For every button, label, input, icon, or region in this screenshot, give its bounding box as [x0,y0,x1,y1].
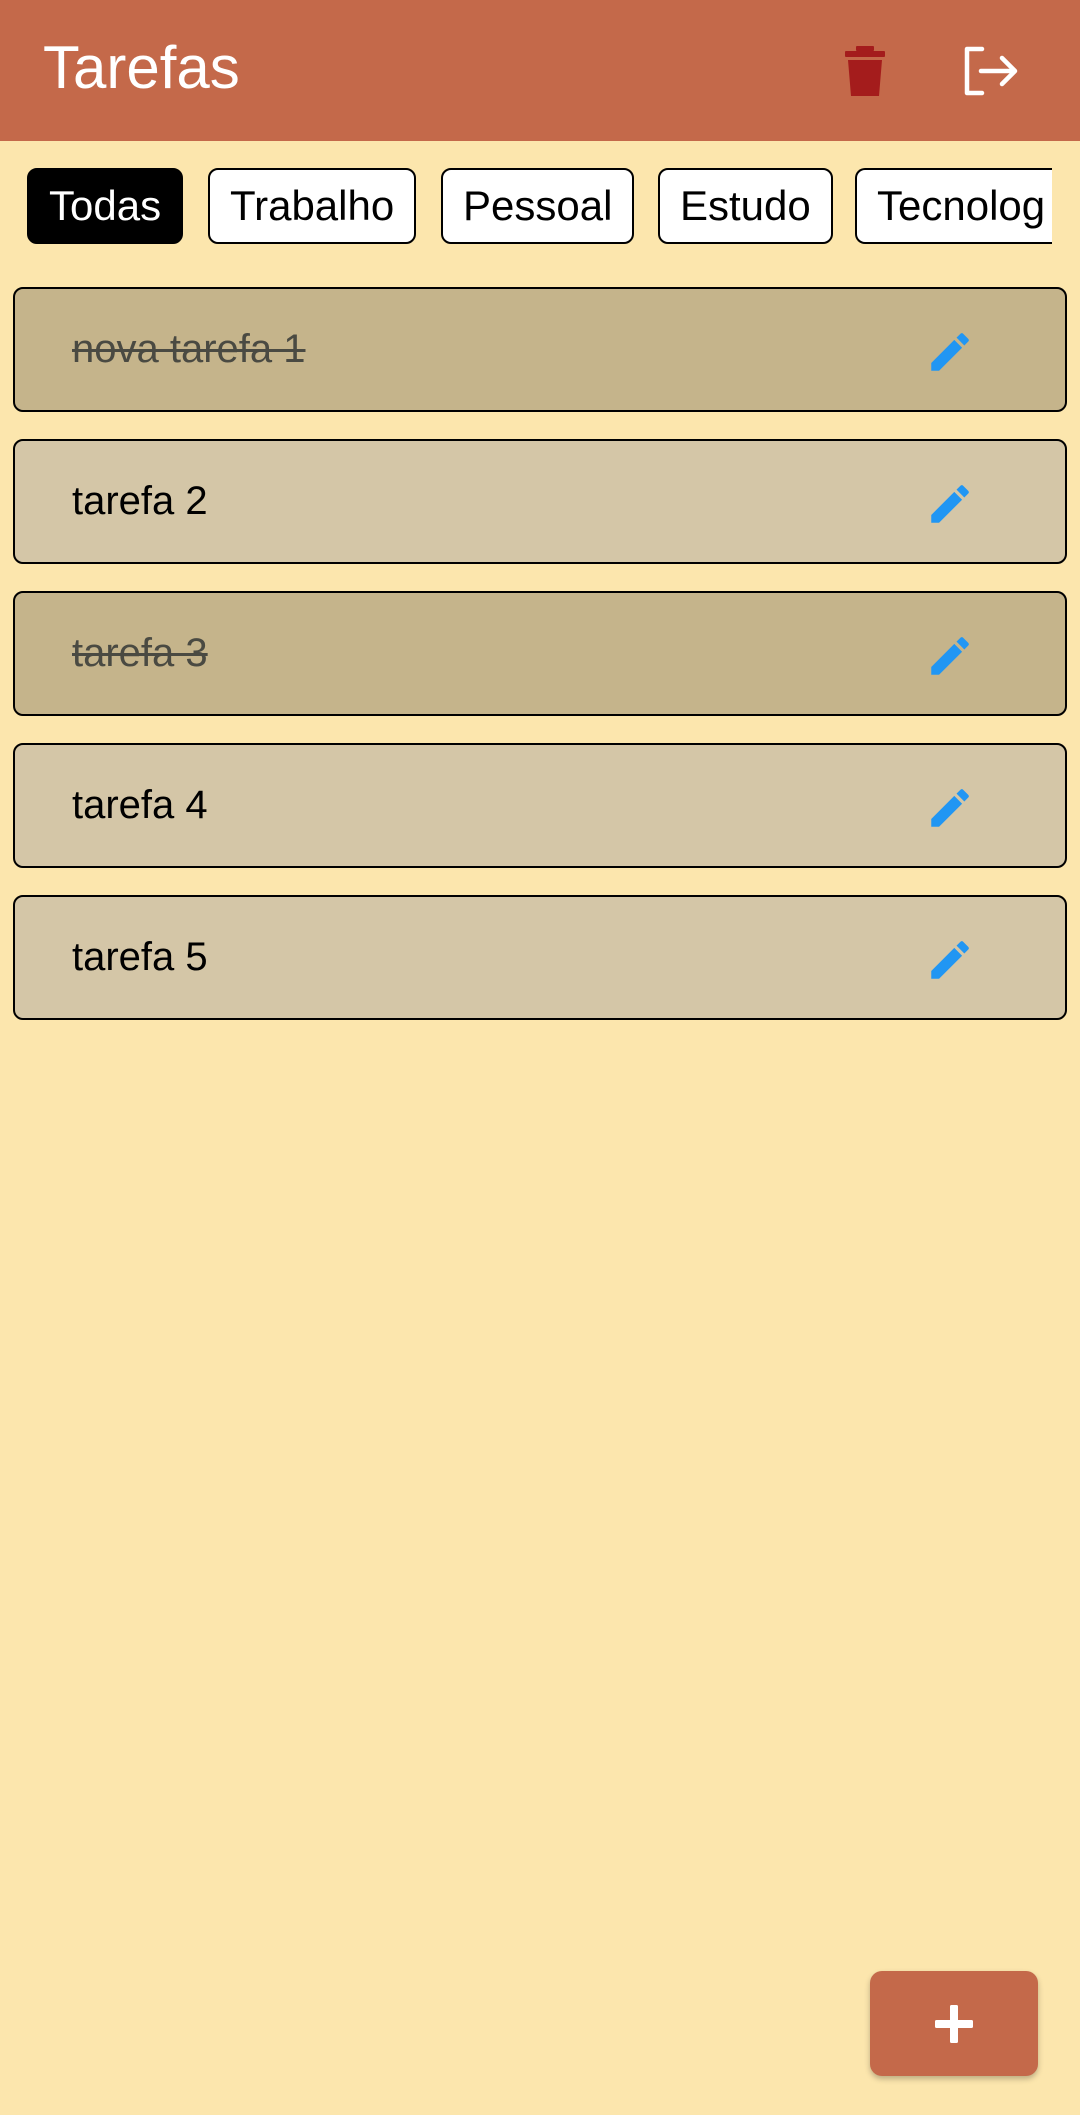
app-bar: Tarefas [0,0,1080,141]
task-label: tarefa 4 [72,783,208,827]
task-item[interactable]: tarefa 2 [13,439,1067,564]
category-filter-bar: Todas Trabalho Pessoal Estudo Tecnolog [0,168,1052,248]
pencil-icon [931,485,969,523]
pencil-icon [931,941,969,979]
logout-icon [964,46,1018,96]
edit-button[interactable] [915,925,985,995]
task-label: tarefa 2 [72,479,208,523]
pencil-icon [931,333,969,371]
logout-button[interactable] [955,36,1025,106]
task-label: tarefa 5 [72,935,208,979]
delete-button[interactable] [830,36,900,106]
edit-button[interactable] [915,621,985,691]
filter-chip-tecnologia[interactable]: Tecnolog [855,168,1052,244]
page-title: Tarefas [43,34,240,101]
add-task-button[interactable] [870,1971,1038,2076]
task-label: nova tarefa 1 [72,327,306,371]
edit-button[interactable] [915,469,985,539]
filter-chip-pessoal[interactable]: Pessoal [441,168,635,244]
pencil-icon [931,637,969,675]
pencil-icon [931,789,969,827]
edit-button[interactable] [915,773,985,843]
plus-icon [935,2004,973,2043]
filter-chip-estudo[interactable]: Estudo [658,168,833,244]
filter-chip-trabalho[interactable]: Trabalho [208,168,417,244]
task-item[interactable]: tarefa 4 [13,743,1067,868]
trash-icon [845,46,885,96]
task-item[interactable]: nova tarefa 1 [13,287,1067,412]
filter-chip-todas[interactable]: Todas [27,168,184,244]
task-item[interactable]: tarefa 3 [13,591,1067,716]
edit-button[interactable] [915,317,985,387]
task-item[interactable]: tarefa 5 [13,895,1067,1020]
task-label: tarefa 3 [72,631,208,675]
